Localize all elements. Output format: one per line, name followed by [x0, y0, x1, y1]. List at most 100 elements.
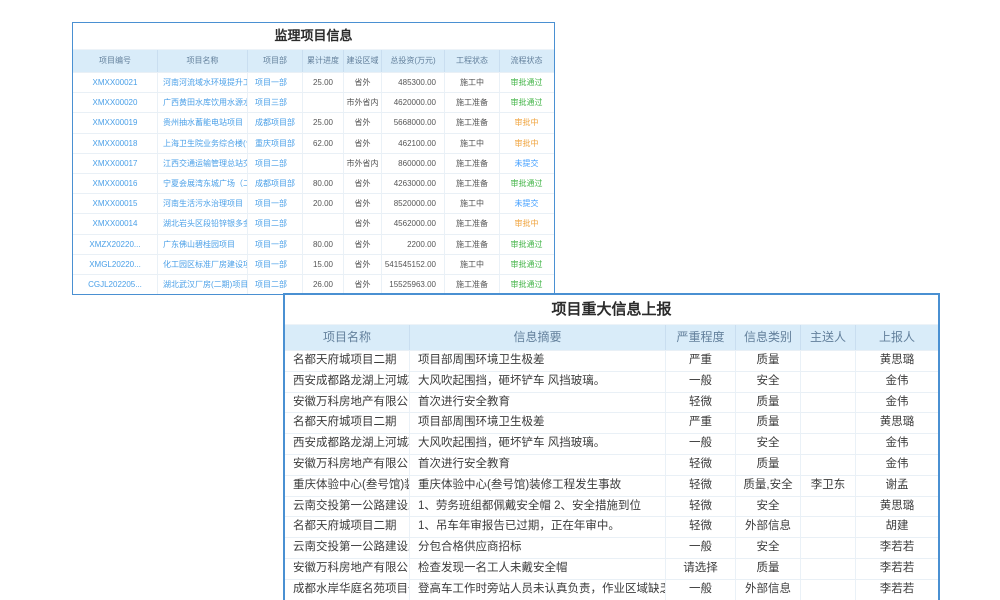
supervision-table-cell-region: 市外省内 [344, 93, 382, 112]
supervision-table-cell-project-id[interactable]: CGJL202205... [73, 275, 158, 294]
supervision-table-cell-progress: 80.00 [303, 235, 344, 254]
supervision-table-cell-project-id[interactable]: XMXX00016 [73, 174, 158, 193]
supervision-table-row[interactable]: XMXX00020广西黄田水库饮用水源水质保护项目项目三部市外省内4620000… [73, 92, 554, 112]
supervision-table-row[interactable]: CGJL202205...湖北武汉厂房(二期)项目项目二部26.00省外1552… [73, 274, 554, 294]
supervision-table-row[interactable]: XMXX00014湖北岩头区段铅锌银多金属矿开采...项目二部省外4562000… [73, 213, 554, 233]
report-table-cell-project-name[interactable]: 云南交投第一公路建设工程 [285, 538, 410, 558]
report-table-row[interactable]: 成都水岸华庭名苑项目一标段登高车工作时旁站人员未认真负责，作业区域缺乏警示标志一… [285, 579, 938, 600]
report-table-cell-summary[interactable]: 首次进行安全教育 [410, 393, 666, 413]
supervision-table-cell-project-name[interactable]: 河南生活污水治理项目 [158, 194, 248, 213]
report-table-cell-reporter: 谢孟 [856, 476, 938, 496]
report-table-cell-summary[interactable]: 1、劳务班组都佩戴安全帽 2、安全措施到位 [410, 497, 666, 517]
supervision-table-cell-project-id[interactable]: XMXX00015 [73, 194, 158, 213]
supervision-table-row[interactable]: XMZX20220...广东佛山碧桂园项目项目一部80.00省外2200.00施… [73, 234, 554, 254]
supervision-table-cell-project-name[interactable]: 江西交通运输管理总站交通枢纽及... [158, 154, 248, 173]
supervision-table-cell-flow-status: 审批通过 [500, 275, 553, 294]
supervision-table-cell-project-id[interactable]: XMXX00018 [73, 134, 158, 153]
report-table-body: 名都天府城项目二期项目部周围环境卫生极差严重质量黄思璐西安成都路龙湖上河城项目大… [285, 350, 938, 600]
supervision-table-cell-department[interactable]: 成都项目部 [248, 113, 303, 132]
page: 监理项目信息 项目编号项目名称项目部累计进度建设区域总投资(万元)工程状态流程状… [0, 0, 1000, 600]
supervision-table-cell-region: 省外 [344, 214, 382, 233]
report-table-row[interactable]: 名都天府城项目二期1、吊车年审报告已过期，正在年审中。轻微外部信息胡建 [285, 516, 938, 537]
supervision-table-cell-project-id[interactable]: XMGL20220... [73, 255, 158, 274]
supervision-table-cell-project-id[interactable]: XMXX00020 [73, 93, 158, 112]
supervision-table-row[interactable]: XMXX00018上海卫生院业务综合楼(含业务用...重庆项目部62.00省外4… [73, 133, 554, 153]
supervision-table-row[interactable]: XMXX00019贵州抽水蓄能电站项目成都项目部25.00省外5668000.0… [73, 112, 554, 132]
report-table-row[interactable]: 安徽万科房地产有限公司首次进行安全教育轻微质量金伟 [285, 454, 938, 475]
report-table-cell-summary[interactable]: 首次进行安全教育 [410, 455, 666, 475]
report-table-cell-summary[interactable]: 项目部周围环境卫生极差 [410, 351, 666, 371]
supervision-table-row[interactable]: XMXX00015河南生活污水治理项目项目一部20.00省外8520000.00… [73, 193, 554, 213]
report-table-cell-summary[interactable]: 重庆体验中心(叁号馆)装修工程发生事故 [410, 476, 666, 496]
supervision-table-cell-department[interactable]: 项目三部 [248, 93, 303, 112]
report-table-cell-project-name[interactable]: 安徽万科房地产有限公司 [285, 559, 410, 579]
report-table-cell-project-name[interactable]: 西安成都路龙湖上河城项目 [285, 372, 410, 392]
report-table-cell-summary[interactable]: 项目部周围环境卫生极差 [410, 413, 666, 433]
supervision-table-cell-project-name[interactable]: 广东佛山碧桂园项目 [158, 235, 248, 254]
report-table-cell-summary[interactable]: 检查发现一名工人未戴安全帽 [410, 559, 666, 579]
supervision-table-row[interactable]: XMXX00021河南河流域水环境提升工程项目一部25.00省外485300.0… [73, 72, 554, 92]
report-table-cell-project-name[interactable]: 安徽万科房地产有限公司 [285, 455, 410, 475]
report-table-cell-project-name[interactable]: 重庆体验中心(叁号馆)装修工程 [285, 476, 410, 496]
report-table-cell-project-name[interactable]: 安徽万科房地产有限公司 [285, 393, 410, 413]
supervision-table-cell-project-id[interactable]: XMXX00021 [73, 73, 158, 92]
supervision-table-row[interactable]: XMGL20220...化工园区标准厂房建设项目一期项目项目一部15.00省外5… [73, 254, 554, 274]
supervision-table-cell-project-id[interactable]: XMXX00019 [73, 113, 158, 132]
report-table-row[interactable]: 名都天府城项目二期项目部周围环境卫生极差严重质量黄思璐 [285, 350, 938, 371]
report-table-row[interactable]: 重庆体验中心(叁号馆)装修工程重庆体验中心(叁号馆)装修工程发生事故轻微质量,安… [285, 475, 938, 496]
supervision-table-cell-project-name[interactable]: 广西黄田水库饮用水源水质保护项目 [158, 93, 248, 112]
report-table-cell-project-name[interactable]: 名都天府城项目二期 [285, 413, 410, 433]
supervision-table-cell-department[interactable]: 项目二部 [248, 214, 303, 233]
report-table-cell-summary[interactable]: 登高车工作时旁站人员未认真负责，作业区域缺乏警示标志 [410, 580, 666, 600]
report-table-cell-project-name[interactable]: 名都天府城项目二期 [285, 517, 410, 537]
supervision-table-cell-progress: 20.00 [303, 194, 344, 213]
supervision-table-cell-status: 施工准备 [445, 113, 500, 132]
supervision-table-row[interactable]: XMXX00016宁夏会展湾东城广场（二期）工程成都项目部80.00省外4263… [73, 173, 554, 193]
supervision-table-cell-project-name[interactable]: 湖北岩头区段铅锌银多金属矿开采... [158, 214, 248, 233]
report-table-cell-project-name[interactable]: 成都水岸华庭名苑项目一标段 [285, 580, 410, 600]
report-table-row[interactable]: 西安成都路龙湖上河城项目大风吹起围挡，砸坏铲车 风挡玻璃。一般安全金伟 [285, 371, 938, 392]
supervision-table-cell-flow-status: 审批通过 [500, 93, 553, 112]
report-table-cell-summary[interactable]: 大风吹起围挡，砸坏铲车 风挡玻璃。 [410, 434, 666, 454]
supervision-table-cell-project-name[interactable]: 上海卫生院业务综合楼(含业务用... [158, 134, 248, 153]
supervision-table-cell-department[interactable]: 项目二部 [248, 275, 303, 294]
supervision-table-cell-progress: 80.00 [303, 174, 344, 193]
report-table-cell-recipient [801, 372, 856, 392]
supervision-table-cell-investment: 860000.00 [382, 154, 445, 173]
supervision-table-cell-project-id[interactable]: XMZX20220... [73, 235, 158, 254]
supervision-table-cell-department[interactable]: 项目一部 [248, 73, 303, 92]
report-table-row[interactable]: 名都天府城项目二期项目部周围环境卫生极差严重质量黄思璐 [285, 412, 938, 433]
supervision-table-cell-project-name[interactable]: 贵州抽水蓄能电站项目 [158, 113, 248, 132]
supervision-table-cell-status: 施工中 [445, 194, 500, 213]
report-table-cell-reporter: 金伟 [856, 455, 938, 475]
supervision-table-cell-progress: 25.00 [303, 73, 344, 92]
report-table-row[interactable]: 安徽万科房地产有限公司检查发现一名工人未戴安全帽请选择质量李若若 [285, 558, 938, 579]
supervision-table-cell-department[interactable]: 成都项目部 [248, 174, 303, 193]
supervision-table-cell-department[interactable]: 项目一部 [248, 235, 303, 254]
supervision-table-cell-project-name[interactable]: 化工园区标准厂房建设项目一期项目 [158, 255, 248, 274]
report-table-cell-project-name[interactable]: 云南交投第一公路建设工程 [285, 497, 410, 517]
supervision-table-cell-project-id[interactable]: XMXX00017 [73, 154, 158, 173]
report-table-cell-summary[interactable]: 大风吹起围挡，砸坏铲车 风挡玻璃。 [410, 372, 666, 392]
report-table-row[interactable]: 安徽万科房地产有限公司首次进行安全教育轻微质量金伟 [285, 392, 938, 413]
supervision-table-cell-investment: 15525963.00 [382, 275, 445, 294]
report-table-cell-project-name[interactable]: 名都天府城项目二期 [285, 351, 410, 371]
supervision-table-cell-department[interactable]: 项目一部 [248, 194, 303, 213]
report-table-cell-project-name[interactable]: 西安成都路龙湖上河城项目 [285, 434, 410, 454]
supervision-table-cell-project-id[interactable]: XMXX00014 [73, 214, 158, 233]
supervision-table-cell-project-name[interactable]: 湖北武汉厂房(二期)项目 [158, 275, 248, 294]
supervision-table-cell-project-name[interactable]: 河南河流域水环境提升工程 [158, 73, 248, 92]
supervision-table-cell-department[interactable]: 重庆项目部 [248, 134, 303, 153]
supervision-table-cell-department[interactable]: 项目二部 [248, 154, 303, 173]
report-table-cell-category: 安全 [736, 497, 801, 517]
supervision-table-row[interactable]: XMXX00017江西交通运输管理总站交通枢纽及...项目二部市外省内86000… [73, 153, 554, 173]
supervision-table-cell-status: 施工中 [445, 73, 500, 92]
supervision-table-cell-project-name[interactable]: 宁夏会展湾东城广场（二期）工程 [158, 174, 248, 193]
supervision-table-body: XMXX00021河南河流域水环境提升工程项目一部25.00省外485300.0… [73, 72, 554, 294]
report-table-row[interactable]: 云南交投第一公路建设工程1、劳务班组都佩戴安全帽 2、安全措施到位轻微安全黄思璐 [285, 496, 938, 517]
report-table-row[interactable]: 云南交投第一公路建设工程分包合格供应商招标一般安全李若若 [285, 537, 938, 558]
supervision-table-cell-department[interactable]: 项目一部 [248, 255, 303, 274]
report-table-cell-summary[interactable]: 分包合格供应商招标 [410, 538, 666, 558]
report-table-cell-summary[interactable]: 1、吊车年审报告已过期，正在年审中。 [410, 517, 666, 537]
report-table-row[interactable]: 西安成都路龙湖上河城项目大风吹起围挡，砸坏铲车 风挡玻璃。一般安全金伟 [285, 433, 938, 454]
